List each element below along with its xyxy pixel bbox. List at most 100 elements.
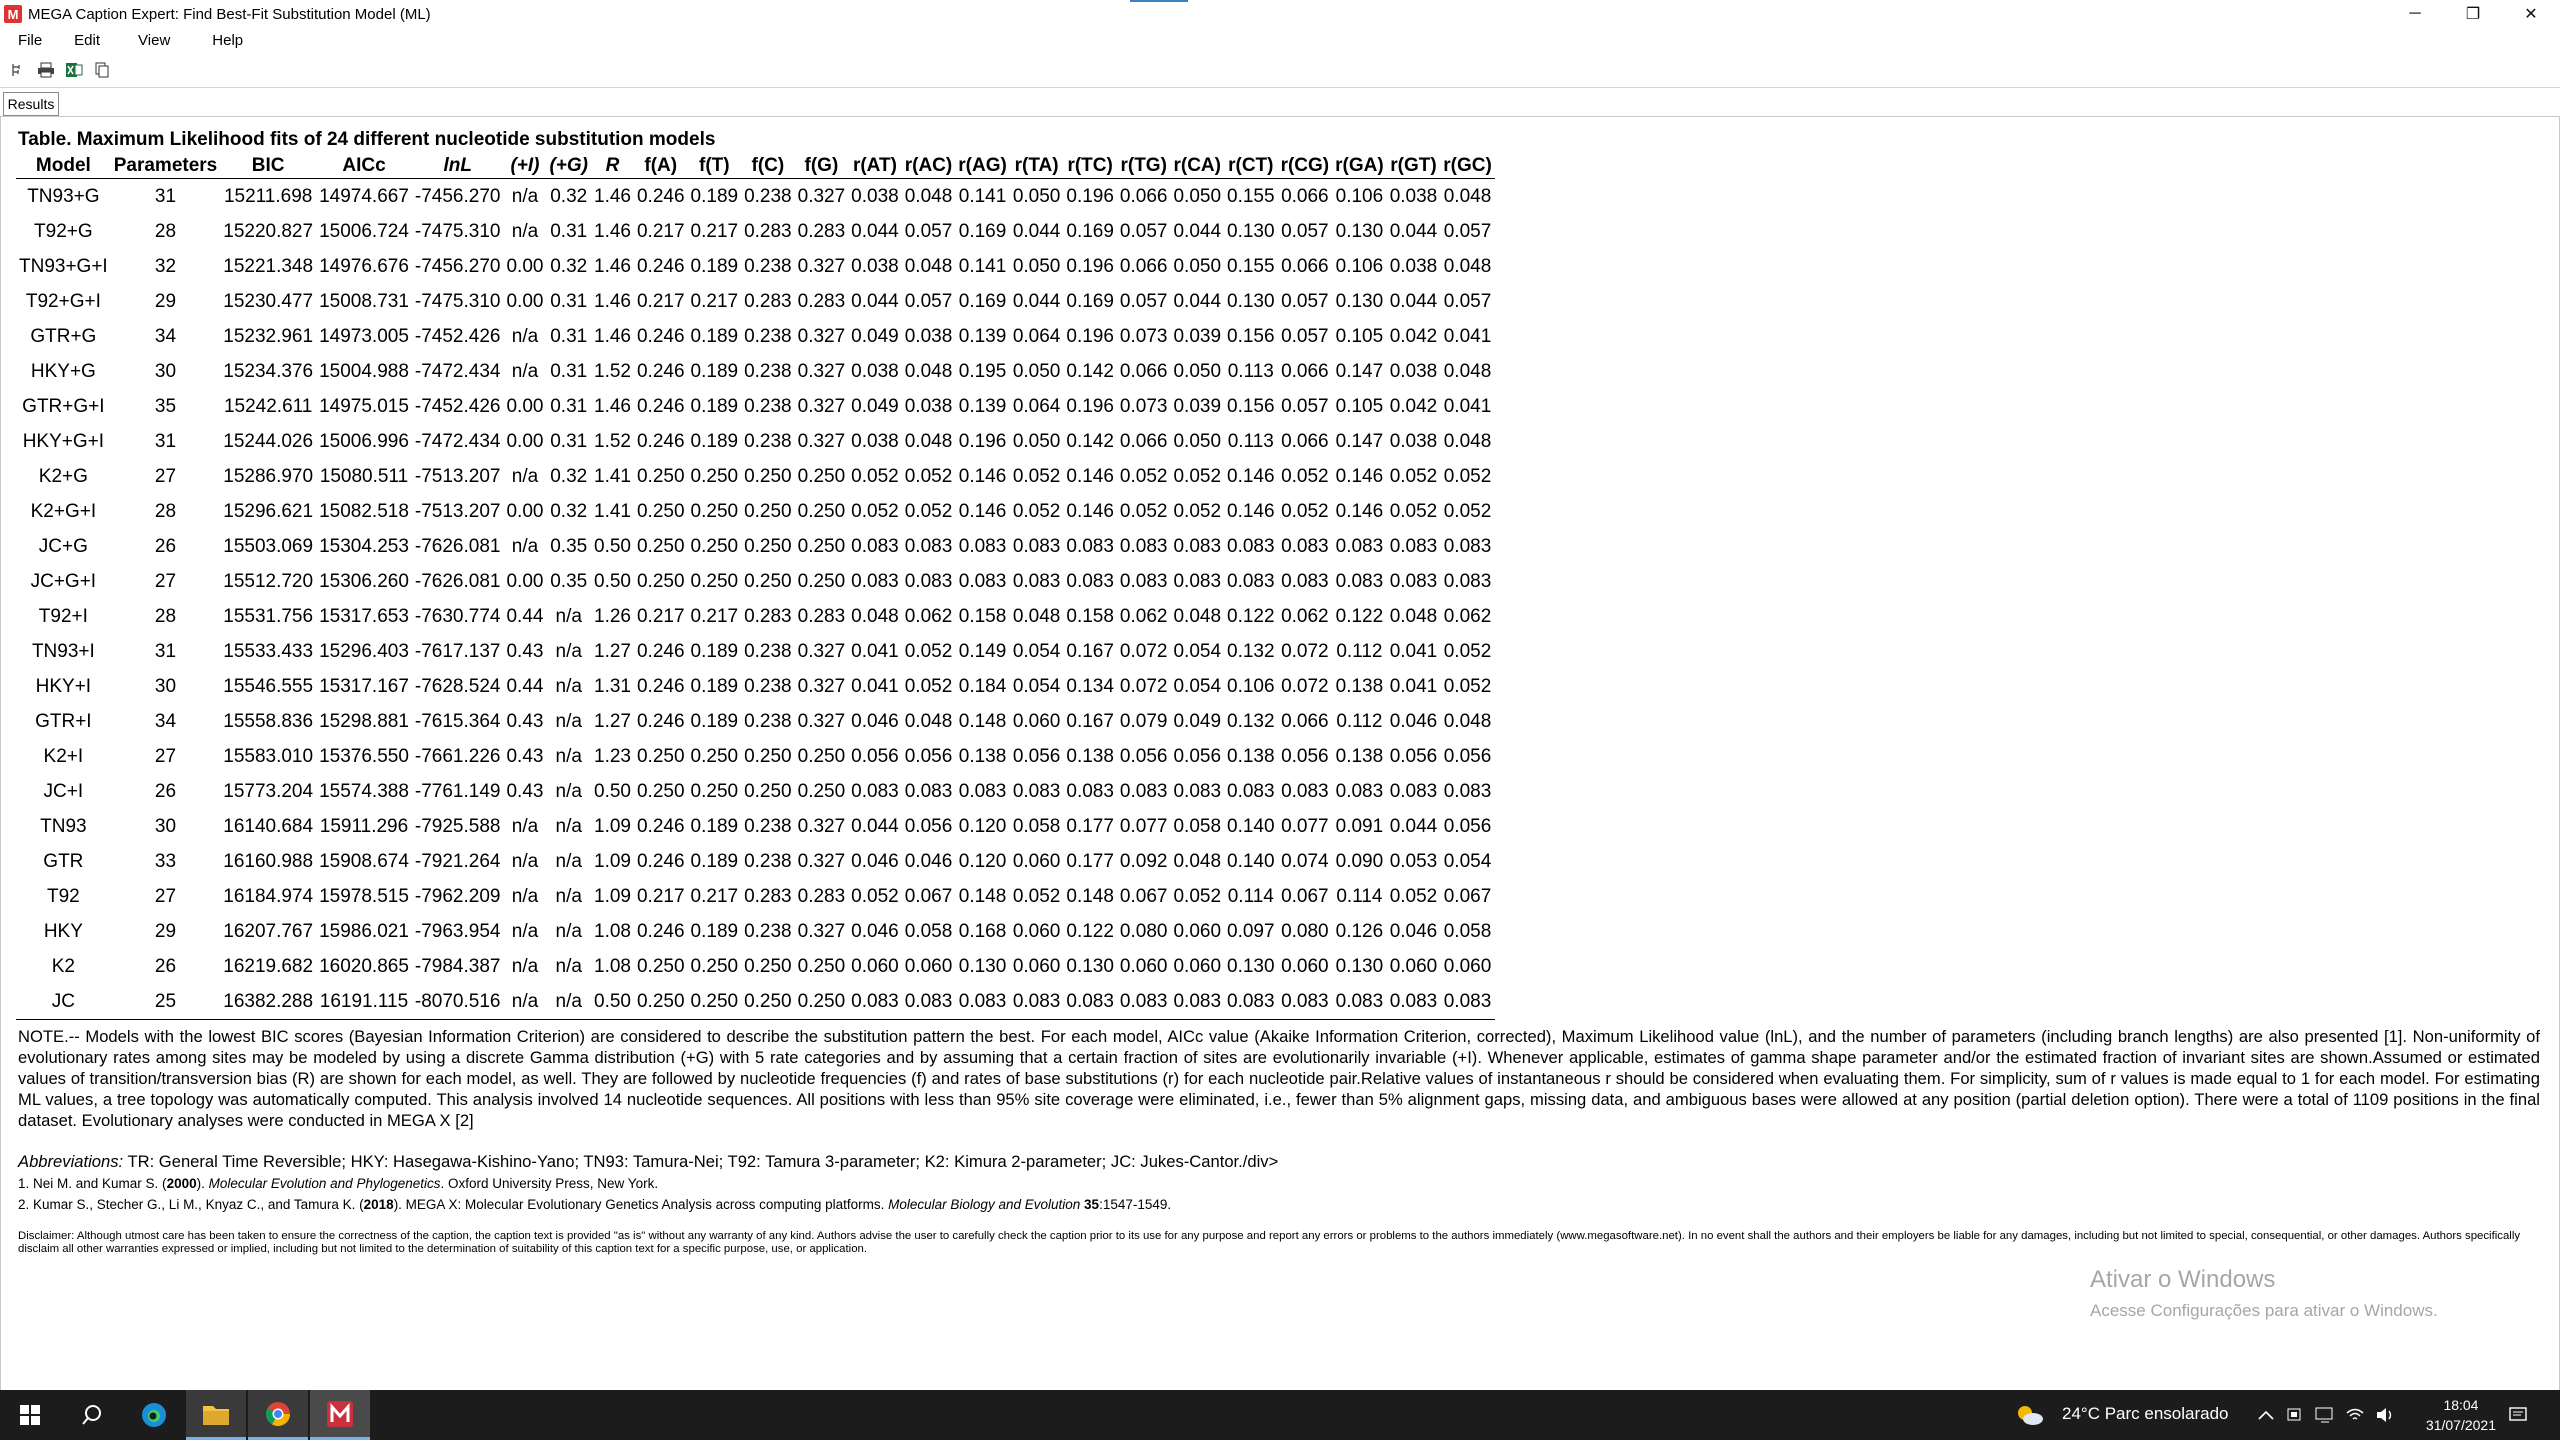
table-cell: 15773.204	[223, 780, 314, 802]
table-cell: -7617.137	[414, 640, 501, 662]
tab-results[interactable]: Results	[3, 92, 59, 116]
table-row: K2+G+I 28 15296.621 15082.518 -7513.207 0.00 0…	[16, 494, 1495, 529]
header-bic: BIC	[220, 154, 317, 179]
table-cell: 0.060	[851, 955, 899, 977]
chevron-up-icon[interactable]	[2248, 1390, 2284, 1440]
table-cell: 0.038	[904, 325, 953, 347]
table-cell: 0.195	[958, 360, 1007, 382]
table-cell: 0.064	[1012, 395, 1061, 417]
table-cell: n/a	[511, 220, 539, 242]
table-row: HKY 29 16207.767 15986.021 -7963.954 n/a n/a 1.…	[16, 914, 1495, 949]
table-cell: 0.250	[636, 745, 685, 767]
table-row: TN93+I 31 15533.433 15296.403 -7617.137 0.43 n…	[16, 634, 1495, 669]
table-cell: 0.327	[797, 360, 846, 382]
table-cell: 0.058	[1173, 815, 1222, 837]
table-cell: 0.066	[1281, 710, 1329, 732]
table-cell: 0.091	[1335, 815, 1384, 837]
table-cell: n/a	[511, 360, 539, 382]
table-cell: 0.148	[1066, 885, 1114, 907]
volume-icon[interactable]	[2370, 1390, 2400, 1440]
excel-icon[interactable]	[64, 60, 84, 80]
header-r-gt: r(GT)	[1386, 154, 1441, 179]
table-cell: 0.146	[958, 465, 1007, 487]
menu-file[interactable]: File	[18, 30, 42, 54]
table-cell: 0.00	[506, 255, 544, 277]
minimize-button[interactable]: ─	[2386, 0, 2444, 28]
table-cell: 0.052	[851, 885, 899, 907]
window-title: MEGA Caption Expert: Find Best-Fit Subst…	[28, 5, 431, 23]
table-cell: 34	[154, 325, 177, 347]
table-cell: 0.250	[690, 465, 739, 487]
mega-app-taskbar-icon[interactable]	[310, 1390, 370, 1440]
table-cell: 0.048	[904, 430, 953, 452]
table-cell: 0.327	[797, 185, 846, 207]
table-cell: 0.50	[594, 535, 631, 557]
abbreviations: Abbreviations: TR: General Time Reversib…	[18, 1152, 1278, 1172]
table-cell: 0.246	[636, 430, 685, 452]
table-cell: 0.083	[1389, 780, 1438, 802]
table-cell: 0.106	[1335, 255, 1384, 277]
ref1-year: 2000	[166, 1176, 197, 1191]
windows-start-icon[interactable]	[0, 1390, 60, 1440]
close-button[interactable]: ✕	[2502, 0, 2560, 28]
table-cell: 0.130	[958, 955, 1007, 977]
table-cell: 0.196	[1066, 255, 1114, 277]
table-cell: 0.083	[1335, 780, 1384, 802]
table-cell: -7628.524	[414, 675, 501, 697]
table-cell: 0.048	[1443, 185, 1492, 207]
file-explorer-icon[interactable]	[186, 1390, 246, 1440]
table-cell: 0.054	[1012, 640, 1061, 662]
table-cell: 0.250	[636, 535, 685, 557]
table-cell: 0.060	[1173, 955, 1222, 977]
table-cell: 0.148	[958, 710, 1007, 732]
table-cell: 0.189	[690, 185, 739, 207]
table-cell: 0.130	[1335, 955, 1384, 977]
table-cell: 30	[154, 815, 177, 837]
menu-help[interactable]: Help	[212, 30, 243, 54]
weather-icon[interactable]	[2010, 1390, 2050, 1440]
table-cell: 0.327	[797, 815, 846, 837]
table-cell: 0.31	[550, 290, 588, 312]
table-cell: 15503.069	[223, 535, 314, 557]
table-cell: 0.052	[1443, 500, 1492, 522]
model-name-cell: T92	[46, 885, 80, 907]
menu-view[interactable]: View	[138, 30, 170, 54]
table-cell: 32	[154, 255, 177, 277]
network-icon[interactable]	[2310, 1390, 2340, 1440]
tree-icon[interactable]	[8, 60, 28, 80]
model-name-cell: JC+G+I	[30, 570, 97, 592]
system-clock[interactable]: 18:04 31/07/2021	[2426, 1395, 2496, 1435]
table-cell: 1.46	[594, 395, 631, 417]
table-cell: 0.060	[1012, 920, 1061, 942]
search-icon[interactable]	[62, 1390, 122, 1440]
table-cell: 0.083	[1443, 570, 1492, 592]
header-r-ac: r(AC)	[901, 154, 956, 179]
table-cell: 0.250	[797, 955, 846, 977]
wifi-icon[interactable]	[2340, 1390, 2370, 1440]
restore-button[interactable]: ❐	[2444, 0, 2502, 28]
table-cell: 0.044	[1012, 290, 1061, 312]
table-cell: 16207.767	[223, 920, 314, 942]
device-icon[interactable]	[2280, 1390, 2310, 1440]
table-cell: 0.138	[1335, 675, 1384, 697]
edge-browser-icon[interactable]	[124, 1390, 184, 1440]
table-cell: -7456.270	[414, 255, 501, 277]
table-cell: 0.083	[1281, 570, 1329, 592]
notification-icon[interactable]	[2496, 1390, 2540, 1440]
table-cell: 0.044	[1389, 290, 1438, 312]
menu-edit[interactable]: Edit	[74, 30, 100, 54]
copy-icon[interactable]	[92, 60, 112, 80]
ref1-authors: 1. Nei M. and Kumar S. (	[18, 1176, 167, 1191]
print-icon[interactable]	[36, 60, 56, 80]
table-cell: 0.167	[1066, 640, 1114, 662]
table-cell: 0.43	[506, 780, 544, 802]
table-cell: 0.048	[904, 360, 953, 382]
table-cell: 0.050	[1173, 360, 1222, 382]
table-cell: 25	[110, 984, 221, 1020]
table-row: GTR+G+I 35 15242.611 14975.015 -7452.426 0.00…	[16, 389, 1495, 424]
weather-text[interactable]: 24°C Parc ensolarado	[2062, 1404, 2229, 1424]
table-cell: 0.246	[636, 255, 685, 277]
table-row: GTR+G 34 15232.961 14973.005 -7452.426 n/a 0.3…	[16, 319, 1495, 354]
abbreviations-label: Abbreviations:	[18, 1152, 124, 1171]
chrome-browser-icon[interactable]	[248, 1390, 308, 1440]
